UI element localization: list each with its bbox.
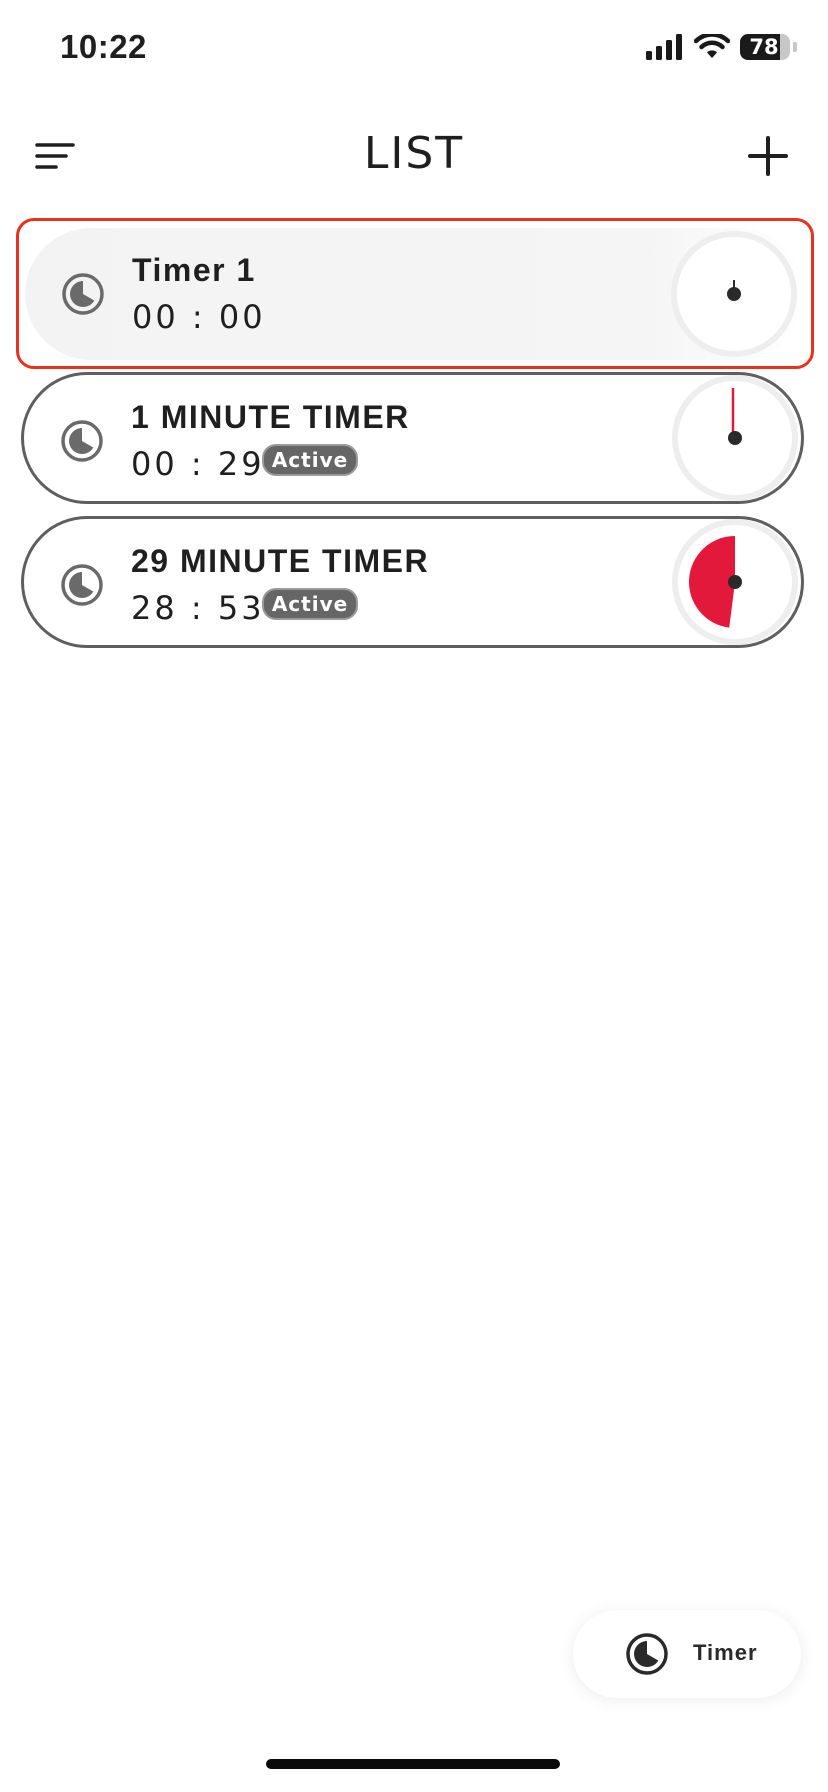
timer-fab-button[interactable]: Timer	[573, 1610, 801, 1698]
fab-label: Timer	[693, 1640, 758, 1665]
cellular-signal-icon	[646, 34, 682, 60]
battery-level: 78	[749, 35, 779, 59]
timer-icon	[626, 1633, 668, 1675]
status-badge: Active	[262, 588, 358, 620]
timer-icon	[61, 564, 103, 606]
timer-title: 1 MINUTE TIMER	[131, 399, 410, 435]
timer-title: Timer 1	[132, 252, 256, 288]
plus-icon[interactable]	[738, 126, 798, 186]
status-badge: Active	[262, 444, 358, 476]
status-time: 10:22	[60, 28, 147, 65]
timer-title: 29 MINUTE TIMER	[131, 543, 430, 579]
timer-card-2[interactable]: 1 MINUTE TIMER 00 : 29 Active	[21, 372, 804, 504]
wifi-icon	[694, 34, 730, 58]
page-title: LIST	[363, 128, 465, 179]
timer-dial	[671, 231, 797, 357]
home-indicator[interactable]	[266, 1759, 560, 1769]
timer-card-3[interactable]: 29 MINUTE TIMER 28 : 53 Active	[21, 516, 804, 648]
timer-remaining: 00 : 29	[131, 445, 265, 483]
status-icons: 78	[646, 34, 797, 60]
header: LIST	[0, 110, 828, 200]
timer-card-1[interactable]: Timer 1 00 : 00	[25, 228, 804, 360]
timer-icon	[62, 273, 104, 315]
status-bar: 10:22 78	[0, 0, 828, 100]
timer-dial	[672, 375, 798, 501]
timer-remaining: 28 : 53	[131, 589, 265, 627]
timer-icon	[61, 420, 103, 462]
timer-remaining: 00 : 00	[132, 298, 266, 336]
timer-dial	[672, 519, 798, 645]
battery-icon: 78	[740, 34, 797, 60]
